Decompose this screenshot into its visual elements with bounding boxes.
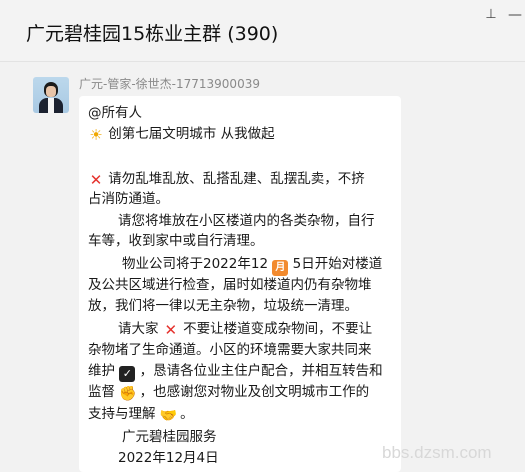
para4-text7: 支持与理解 [88,406,156,422]
cross-icon: ✕ [89,171,103,189]
para3-text2: 5日开始对楼道 [292,256,383,272]
pin-icon[interactable]: ⊥ [484,7,498,23]
para4-line4: 监督 ✊ ，也感谢您对物业及创文明城市工作的 [88,383,369,402]
para4-text8: 。 [180,406,194,422]
avatar-shirt [48,98,54,113]
signature-date: 2022年12月4日 [118,450,219,466]
para4-line1: 请大家 ✕ 不要让楼道变成杂物间，不要让 [118,320,372,338]
para4-text2: 不要让楼道变成杂物间，不要让 [183,321,373,337]
para4-text5: 监督 [88,384,115,400]
minimize-icon[interactable]: — [508,6,522,24]
para2-line1: 请您将堆放在小区楼道内的各类杂物，自行 [118,213,375,229]
avatar-face [46,86,56,97]
headline: ☀ 创第七届文明城市 从我做起 [88,125,275,144]
avatar[interactable] [33,77,69,113]
para4-line5: 支持与理解 🤝 。 [88,405,194,424]
para3-line2: 及公共区域进行检查，届时如楼道内仍有杂物堆 [88,277,372,293]
handshake-icon: 🤝 [159,408,178,424]
para1-text1: 请勿乱堆乱放、乱搭乱建、乱摆乱卖，不挤 [108,171,365,187]
para4-line3: 维护 ✓ ，恳请各位业主住户配合，并相互转告和 [88,362,383,382]
mention-all: @所有人 [88,105,142,121]
signature-org: 广元碧桂园服务 [122,429,217,445]
cross-icon: ✕ [164,321,178,339]
para4-text1: 请大家 [118,321,159,337]
chat-title-bar: 广元碧桂园15栋业主群 (390) ⊥ — [0,0,525,62]
sender-name[interactable]: 广元-管家-徐世杰-17713900039 [79,75,260,92]
para4-text4: ，恳请各位业主住户配合，并相互转告和 [139,363,383,379]
check-icon: ✓ [119,366,136,382]
chat-title: 广元碧桂园15栋业主群 (390) [26,23,279,45]
para4-text6: ，也感谢您对物业及创文明城市工作的 [139,384,370,400]
para1-line1: ✕ 请勿乱堆乱放、乱搭乱建、乱摆乱卖，不挤 [88,170,365,188]
sun-icon: ☀ [89,126,103,144]
para4-text3: 维护 [88,363,115,379]
para3-text1: 物业公司将于2022年12 [122,256,269,272]
para3-line3: 放，我们将一律以无主杂物，垃圾统一清理。 [88,298,358,314]
para1-line2: 占消防通道。 [88,191,169,207]
para3-line1: 物业公司将于2022年12 月 5日开始对楼道 [122,255,382,276]
watermark: bbs.dzsm.com [382,443,492,462]
para2-line2: 车等，收到家中或自行清理。 [88,233,264,249]
headline-text: 创第七届文明城市 从我做起 [108,126,275,142]
para4-line2: 杂物堵了生命通道。小区的环境需要大家共同来 [88,342,372,358]
calendar-icon: 月 [272,260,289,276]
fist-icon: ✊ [119,386,137,402]
